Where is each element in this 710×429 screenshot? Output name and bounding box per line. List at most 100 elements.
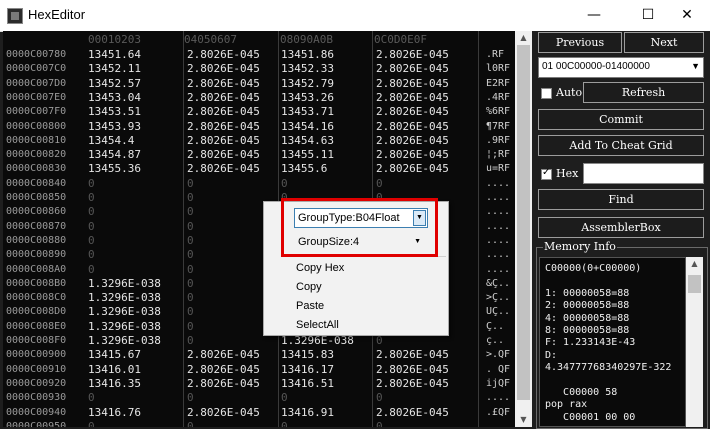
table-cell[interactable]: 0 (281, 177, 288, 191)
table-cell[interactable]: 2.8026E-045 (376, 105, 449, 119)
table-cell[interactable]: 13415.83 (281, 348, 334, 362)
table-row[interactable]: 0000C00810 13454.4 2.8026E-045 13454.63 2.80… (3, 134, 515, 148)
table-cell[interactable]: 2.8026E-045 (187, 62, 260, 76)
table-cell[interactable]: 13454.16 (281, 120, 334, 134)
table-cell[interactable]: 2.8026E-045 (376, 377, 449, 391)
table-cell[interactable]: 0 (281, 391, 288, 405)
table-row[interactable]: 0000C00900 13415.67 2.8026E-045 13415.83 2.8… (3, 348, 515, 362)
table-row[interactable]: 0000C008F0 1.3296E-038 0 1.3296E-038 0 ç.. (3, 334, 515, 348)
menu-item-paste[interactable]: Paste (296, 300, 324, 312)
table-cell[interactable]: 2.8026E-045 (187, 162, 260, 176)
table-row[interactable]: 0000C00930 0 0 0 0.... (3, 391, 515, 405)
memory-info-scrollbar[interactable]: ▲ (686, 257, 703, 427)
table-cell[interactable]: 2.8026E-045 (376, 148, 449, 162)
table-row[interactable]: 0000C00800 13453.93 2.8026E-045 13454.16 2.8… (3, 120, 515, 134)
table-cell[interactable]: 0 (187, 391, 194, 405)
menu-item-copy-hex[interactable]: Copy Hex (296, 262, 344, 274)
table-row[interactable]: 0000C007F0 13453.51 2.8026E-045 13453.71 2.8… (3, 105, 515, 119)
table-cell[interactable]: 0 (187, 277, 194, 291)
table-cell[interactable]: 0 (187, 205, 194, 219)
table-cell[interactable]: 1.3296E-038 (88, 305, 161, 319)
table-cell[interactable]: 13416.51 (281, 377, 334, 391)
table-cell[interactable]: 2.8026E-045 (187, 77, 260, 91)
table-cell[interactable]: 0 (187, 248, 194, 262)
table-cell[interactable]: 13451.64 (88, 48, 141, 62)
range-select[interactable]: 01 00C00000-01400000 ▼ (538, 57, 704, 78)
hex-search-input[interactable] (583, 163, 704, 184)
scroll-thumb[interactable] (517, 45, 530, 400)
assembler-box-button[interactable]: AssemblerBox (538, 217, 704, 238)
table-cell[interactable]: 13415.67 (88, 348, 141, 362)
table-cell[interactable]: 0 (88, 391, 95, 405)
table-cell[interactable]: 0 (187, 263, 194, 277)
scroll-up-arrow-icon[interactable]: ▲ (686, 257, 703, 271)
memory-info-text[interactable]: C00000(0+C00000) 1: 00000058=88 2: 0000005… (539, 257, 686, 427)
table-cell[interactable]: 13454.63 (281, 134, 334, 148)
table-cell[interactable]: 2.8026E-045 (187, 406, 260, 420)
table-row[interactable]: 0000C00950 0 0 0 0.... (3, 420, 515, 427)
table-row[interactable]: 0000C00820 13454.87 2.8026E-045 13455.11 2.8… (3, 148, 515, 162)
table-cell[interactable]: 0 (187, 320, 194, 334)
table-row[interactable]: 0000C00910 13416.01 2.8026E-045 13416.17 2.8… (3, 363, 515, 377)
auto-checkbox[interactable] (541, 88, 552, 99)
table-cell[interactable]: 0 (88, 220, 95, 234)
table-cell[interactable]: 13455.11 (281, 148, 334, 162)
table-cell[interactable]: 13416.76 (88, 406, 141, 420)
table-cell[interactable]: 2.8026E-045 (187, 105, 260, 119)
minimize-button[interactable]: — (571, 0, 617, 31)
table-cell[interactable]: 0 (187, 291, 194, 305)
table-cell[interactable]: 0 (88, 234, 95, 248)
table-cell[interactable]: 13452.33 (281, 62, 334, 76)
table-cell[interactable]: 0 (376, 391, 383, 405)
table-cell[interactable]: 2.8026E-045 (187, 377, 260, 391)
table-cell[interactable]: 2.8026E-045 (376, 48, 449, 62)
menu-item-copy[interactable]: Copy (296, 281, 322, 293)
table-cell[interactable]: 0 (187, 305, 194, 319)
table-cell[interactable]: 13454.87 (88, 148, 141, 162)
table-row[interactable]: 0000C00940 13416.76 2.8026E-045 13416.91 2.8… (3, 406, 515, 420)
table-cell[interactable]: 1.3296E-038 (88, 291, 161, 305)
table-cell[interactable]: 2.8026E-045 (376, 363, 449, 377)
table-cell[interactable]: 0 (88, 420, 95, 427)
table-cell[interactable]: 0 (376, 177, 383, 191)
table-cell[interactable]: 2.8026E-045 (187, 120, 260, 134)
table-row[interactable]: 0000C00840 0 0 0 0.... (3, 177, 515, 191)
table-cell[interactable]: 13452.57 (88, 77, 141, 91)
table-cell[interactable]: 2.8026E-045 (376, 348, 449, 362)
table-cell[interactable]: 13454.4 (88, 134, 134, 148)
table-cell[interactable]: 2.8026E-045 (376, 91, 449, 105)
table-cell[interactable]: 13416.91 (281, 406, 334, 420)
table-cell[interactable]: 0 (187, 334, 194, 348)
table-cell[interactable]: 13453.51 (88, 105, 141, 119)
table-cell[interactable]: 2.8026E-045 (187, 91, 260, 105)
table-cell[interactable]: 1.3296E-038 (88, 334, 161, 348)
table-cell[interactable]: 13453.93 (88, 120, 141, 134)
table-cell[interactable]: 1.3296E-038 (281, 334, 354, 348)
table-row[interactable]: 0000C00830 13455.36 2.8026E-045 13455.6 2.80… (3, 162, 515, 176)
table-row[interactable]: 0000C007C0 13452.11 2.8026E-045 13452.33 2.8… (3, 62, 515, 76)
scroll-up-arrow-icon[interactable]: ▲ (515, 31, 532, 45)
close-button[interactable]: ✕ (664, 0, 710, 31)
table-cell[interactable]: 2.8026E-045 (187, 134, 260, 148)
table-cell[interactable]: 0 (88, 248, 95, 262)
table-cell[interactable]: 13416.17 (281, 363, 334, 377)
table-cell[interactable]: 0 (187, 420, 194, 427)
table-cell[interactable]: 0 (187, 191, 194, 205)
table-cell[interactable]: 2.8026E-045 (376, 120, 449, 134)
table-cell[interactable]: 0 (187, 220, 194, 234)
table-cell[interactable]: 2.8026E-045 (376, 134, 449, 148)
table-cell[interactable]: 0 (88, 177, 95, 191)
find-button[interactable]: Find (538, 189, 704, 210)
table-cell[interactable]: 13452.11 (88, 62, 141, 76)
table-cell[interactable]: 13455.6 (281, 162, 327, 176)
table-cell[interactable]: 0 (187, 177, 194, 191)
table-cell[interactable]: 0 (88, 205, 95, 219)
scroll-down-arrow-icon[interactable]: ▼ (515, 413, 532, 427)
menu-item-select-all[interactable]: SelectAll (296, 319, 339, 331)
table-cell[interactable]: 13453.71 (281, 105, 334, 119)
table-row[interactable]: 0000C00920 13416.35 2.8026E-045 13416.51 2.8… (3, 377, 515, 391)
commit-button[interactable]: Commit (538, 109, 704, 130)
next-button[interactable]: Next (624, 32, 704, 53)
table-cell[interactable]: 0 (376, 420, 383, 427)
table-cell[interactable]: 2.8026E-045 (376, 62, 449, 76)
